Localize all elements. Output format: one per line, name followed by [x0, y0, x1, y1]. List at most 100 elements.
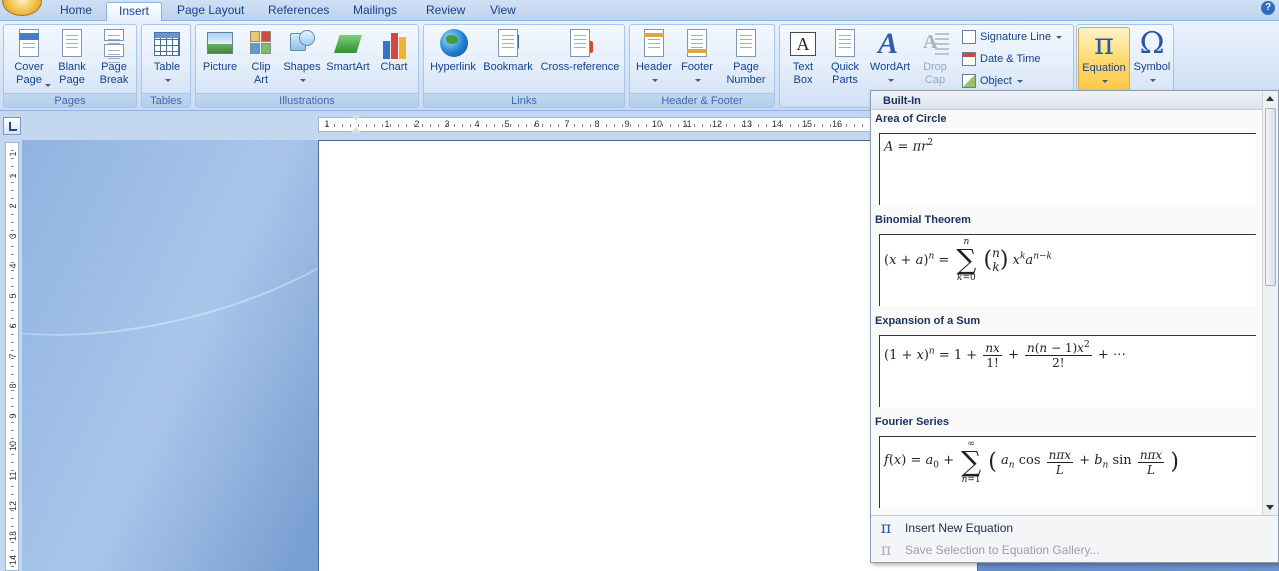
equation-gallery-list: Area of Circle A = πr2 Binomial Theorem …	[871, 110, 1263, 515]
bookmark-label: Bookmark	[483, 61, 533, 73]
ruler-number: 4	[474, 119, 480, 129]
horizontal-ruler[interactable]: 1 1 2 3 4 5 6 7 8 9 10 11 12 13 14 15 16	[318, 117, 878, 132]
smartart-button[interactable]: SmartArt	[324, 27, 372, 93]
group-pages: Cover Page Blank Page Page Break Pages	[3, 24, 137, 108]
equation-button[interactable]: π Equation	[1078, 27, 1130, 91]
ruler-number: 8	[594, 119, 600, 129]
chevron-down-icon	[45, 84, 51, 87]
picture-button[interactable]: Picture	[198, 27, 242, 93]
page-break-icon	[99, 29, 129, 64]
text-box-icon: A	[788, 29, 818, 61]
vertical-ruler[interactable]: 1 1 2 3 4 5 6 7 8 9 10 11 12 13 14	[5, 142, 19, 571]
indent-marker[interactable]	[351, 115, 361, 135]
shapes-button[interactable]: Shapes	[282, 27, 322, 93]
ruler-number: 6	[8, 323, 18, 329]
picture-icon	[205, 29, 235, 61]
blank-page-label: Blank Page	[58, 61, 86, 86]
group-label-header-footer: Header & Footer	[630, 93, 774, 107]
calendar-icon	[962, 52, 976, 66]
gallery-item-fourier-series[interactable]: Fourier Series f(x) = a0 + ∞ ∑ n=1 ( an co…	[871, 413, 1263, 514]
equation-formula: (x + a)n = n ∑ k=0 (n k) xkan−k	[884, 237, 1052, 283]
chart-button[interactable]: Chart	[374, 27, 414, 93]
wordart-button[interactable]: A WordArt	[866, 27, 914, 93]
ruler-number: 2	[414, 119, 420, 129]
drop-cap-button[interactable]: A Drop Cap	[916, 27, 954, 93]
gallery-item-expansion-of-a-sum[interactable]: Expansion of a Sum (1 + x)n = 1 + nx 1! +…	[871, 312, 1263, 413]
omega-icon: Ω	[1139, 26, 1165, 61]
ruler-number: 5	[8, 293, 18, 299]
ruler-number: 5	[504, 119, 510, 129]
blank-page-button[interactable]: Blank Page	[52, 27, 92, 93]
tab-home[interactable]: Home	[48, 2, 104, 21]
bookmark-button[interactable]: Bookmark	[481, 27, 535, 93]
scrollbar-thumb[interactable]	[1265, 108, 1276, 286]
gallery-item-area-of-circle[interactable]: Area of Circle A = πr2	[871, 110, 1263, 211]
gallery-item-binomial-theorem[interactable]: Binomial Theorem (x + a)n = n ∑ k=0 (n k) x…	[871, 211, 1263, 312]
tab-page-layout[interactable]: Page Layout	[165, 2, 256, 21]
quick-parts-label: Quick Parts	[830, 61, 860, 86]
tab-mailings[interactable]: Mailings	[341, 2, 409, 21]
insert-new-equation-item[interactable]: π Insert New Equation	[871, 517, 1276, 539]
group-label-tables: Tables	[142, 93, 190, 107]
page-break-button[interactable]: Page Break	[94, 27, 134, 93]
office-button[interactable]	[2, 0, 42, 16]
object-button[interactable]: Object	[962, 71, 1023, 91]
signature-line-button[interactable]: Signature Line	[962, 27, 1063, 47]
group-label-links: Links	[424, 93, 624, 107]
symbol-label: Symbol	[1133, 61, 1171, 73]
wordart-label: WordArt	[869, 61, 911, 73]
tab-references[interactable]: References	[256, 2, 341, 21]
ruler-number: 11	[682, 119, 692, 129]
pi-icon: π	[880, 518, 892, 537]
signature-line-label: Signature Line	[980, 31, 1051, 43]
footer-button[interactable]: Footer	[676, 27, 718, 93]
tab-insert[interactable]: Insert	[106, 2, 163, 22]
scroll-up-icon[interactable]	[1265, 93, 1276, 104]
gallery-scrollbar[interactable]	[1262, 91, 1278, 515]
object-icon	[962, 74, 976, 88]
clip-art-button[interactable]: Clip Art	[244, 27, 278, 93]
footer-label: Footer	[681, 61, 713, 73]
header-button[interactable]: Header	[633, 27, 675, 93]
chart-icon	[379, 29, 409, 61]
table-icon	[152, 29, 182, 61]
ruler-number: 16	[831, 119, 842, 129]
tab-view[interactable]: View	[478, 2, 528, 21]
cross-reference-icon	[565, 29, 595, 61]
ruler-number: 12	[711, 119, 722, 129]
chevron-down-icon	[652, 78, 658, 82]
date-time-button[interactable]: Date & Time	[962, 49, 1041, 69]
group-tables: Table Tables	[141, 24, 191, 108]
group-label-pages: Pages	[4, 93, 136, 107]
page-number-button[interactable]: Page Number	[720, 27, 772, 93]
table-button[interactable]: Table	[146, 27, 188, 93]
chevron-down-icon	[1150, 78, 1156, 82]
cross-reference-button[interactable]: Cross-reference	[538, 27, 622, 93]
cover-page-button[interactable]: Cover Page	[8, 27, 51, 93]
equation-preview: (x + a)n = n ∑ k=0 (n k) xkan−k	[879, 234, 1256, 306]
help-icon[interactable]: ?	[1261, 1, 1275, 15]
symbol-button[interactable]: Ω Symbol	[1131, 27, 1173, 93]
tab-selector-button[interactable]	[3, 117, 21, 135]
chevron-down-icon	[888, 78, 894, 82]
ruler-number: 3	[8, 233, 18, 239]
save-selection-label: Save Selection to Equation Gallery...	[905, 543, 1100, 557]
ruler-number: 3	[444, 119, 450, 129]
ruler-number: 13	[741, 119, 752, 129]
tab-review[interactable]: Review	[414, 2, 477, 21]
save-selection-to-gallery-item[interactable]: π Save Selection to Equation Gallery...	[871, 539, 1276, 561]
shapes-label: Shapes	[283, 61, 321, 73]
date-time-label: Date & Time	[980, 53, 1041, 65]
quick-parts-button[interactable]: Quick Parts	[826, 27, 864, 93]
equation-label: Equation	[1082, 62, 1126, 74]
hyperlink-button[interactable]: Hyperlink	[427, 27, 479, 93]
shapes-icon	[287, 29, 317, 61]
insert-new-equation-label: Insert New Equation	[905, 521, 1014, 535]
ruler-number: 2	[8, 203, 18, 209]
ruler-number: 11	[8, 471, 18, 481]
group-label-illustrations: Illustrations	[196, 93, 418, 107]
group-links: Hyperlink Bookmark Cross-reference Links	[423, 24, 625, 108]
scroll-down-icon[interactable]	[1265, 502, 1276, 513]
text-box-button[interactable]: A Text Box	[783, 27, 823, 93]
gallery-item-title: Expansion of a Sum	[875, 315, 981, 327]
